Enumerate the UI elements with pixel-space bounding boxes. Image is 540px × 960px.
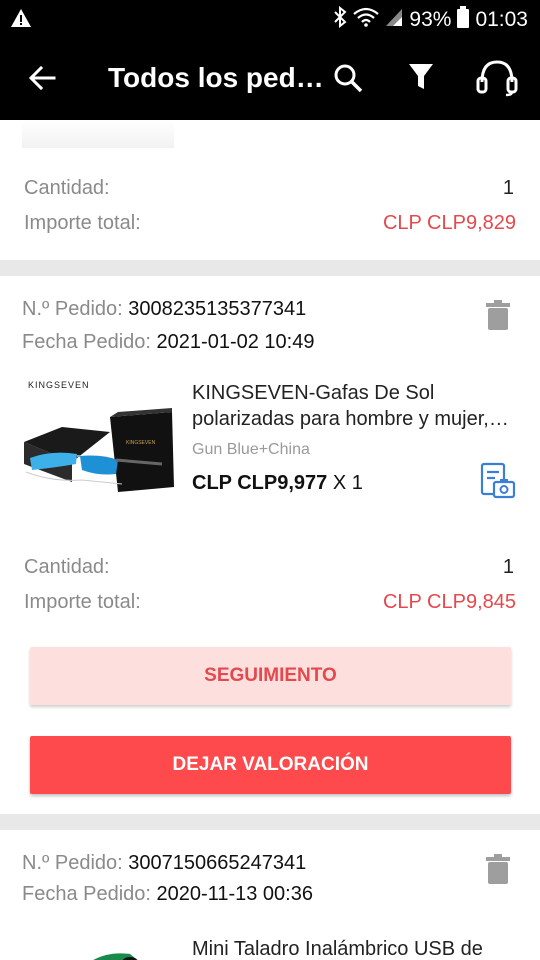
trash-icon[interactable] — [486, 854, 510, 889]
order-number: 3008235135377341 — [128, 298, 307, 320]
product-image — [22, 120, 174, 148]
quantity-label: Cantidad: — [24, 177, 110, 199]
order-date-label: Fecha Pedido: — [22, 331, 151, 353]
bluetooth-icon — [333, 5, 347, 34]
trash-icon[interactable] — [486, 300, 510, 335]
quantity-label: Cantidad: — [24, 556, 110, 578]
alert-icon — [10, 8, 32, 33]
total-label: Importe total: — [24, 591, 141, 613]
filter-icon[interactable] — [407, 62, 435, 97]
order-card: N.º Pedido: 3008235135377341 Fecha Pedid… — [0, 276, 540, 814]
battery-percent: 93% — [409, 8, 452, 31]
product-name[interactable]: KINGSEVEN-Gafas De Sol polarizadas para … — [192, 380, 518, 432]
order-date: 2020-11-13 00:36 — [156, 883, 313, 905]
order-number: 3007150665247341 — [128, 852, 307, 874]
order-number-label: N.º Pedido: — [22, 852, 123, 874]
signal-icon — [385, 7, 403, 33]
battery-icon — [457, 6, 470, 34]
unit-price: CLP CLP9,977 — [192, 472, 328, 494]
unit-price-row: CLP CLP9,977 X 1 — [192, 472, 363, 495]
search-icon[interactable] — [332, 62, 364, 99]
total-value: CLP CLP9,845 — [382, 591, 516, 613]
order-date-row: Fecha Pedido: 2021-01-02 10:49 — [22, 331, 314, 354]
brand-logo: KINGSEVEN — [28, 380, 90, 390]
clock: 01:03 — [475, 8, 528, 31]
wifi-icon — [353, 7, 380, 33]
order-date-label: Fecha Pedido: — [22, 883, 151, 905]
back-arrow-icon[interactable] — [26, 62, 58, 94]
order-number-row: N.º Pedido: 3007150665247341 — [22, 852, 306, 875]
order-number-label: N.º Pedido: — [22, 298, 123, 320]
order-list[interactable]: Cantidad: 1 Importe total: CLP CLP9,829 … — [0, 120, 540, 960]
status-bar: 93% 01:03 — [0, 0, 540, 38]
quantity-value: 1 — [502, 177, 514, 199]
order-date-row: Fecha Pedido: 2020-11-13 00:36 — [22, 883, 313, 906]
leave-review-button[interactable]: DEJAR VALORACIÓN — [30, 736, 511, 794]
app-bar: Todos los ped… — [0, 38, 540, 120]
order-date: 2021-01-02 10:49 — [156, 331, 315, 353]
headset-icon[interactable] — [476, 58, 518, 103]
product-variant: Gun Blue+China — [192, 441, 310, 458]
order-number-row: N.º Pedido: 3008235135377341 — [22, 298, 306, 321]
product-image[interactable]: KINGSEVEN KINGSEVEN — [22, 372, 174, 524]
product-name[interactable]: Mini Taladro Inalámbrico USB de — [192, 936, 518, 960]
svg-text:KINGSEVEN: KINGSEVEN — [126, 440, 156, 446]
order-card: N.º Pedido: 3007150665247341 Fecha Pedid… — [0, 830, 540, 960]
tracking-button[interactable]: SEGUIMIENTO — [30, 647, 511, 705]
total-value: CLP CLP9,829 — [382, 212, 516, 234]
photo-receipt-icon[interactable] — [479, 462, 517, 505]
total-label: Importe total: — [24, 212, 141, 234]
page-title: Todos los ped… — [108, 62, 324, 93]
product-image[interactable] — [60, 940, 170, 960]
item-quantity: X 1 — [332, 472, 363, 494]
order-card: Cantidad: 1 Importe total: CLP CLP9,829 — [0, 120, 540, 260]
quantity-value: 1 — [502, 556, 514, 578]
